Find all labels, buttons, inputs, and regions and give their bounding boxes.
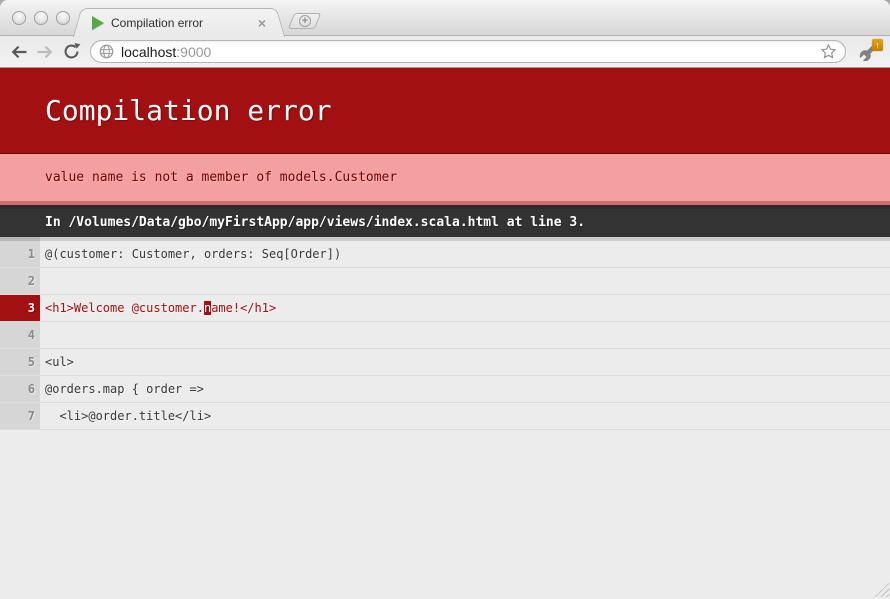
address-bar[interactable]: localhost:9000 (90, 40, 846, 63)
code-text: <h1>Welcome @customer.name!</h1> (40, 295, 890, 321)
tab-title: Compilation error (111, 16, 252, 30)
error-page: Compilation error value name is not a me… (0, 68, 890, 598)
wrench-menu-button[interactable]: ↑ (854, 38, 884, 66)
code-line-row: 6 @orders.map { order => (0, 376, 890, 403)
plus-icon: + (299, 15, 311, 27)
code-line-row: 5 <ul> (0, 349, 890, 376)
code-line-row: 2 (0, 268, 890, 295)
code-line-row: 3 <h1>Welcome @customer.name!</h1> (0, 295, 890, 322)
forward-arrow-icon (35, 42, 55, 62)
browser-tab[interactable]: Compilation error × (86, 8, 272, 37)
bookmark-star-icon[interactable] (820, 43, 837, 60)
code-text (40, 268, 890, 294)
url-host: localhost (121, 44, 176, 60)
back-button[interactable] (6, 39, 32, 65)
reload-button[interactable] (58, 39, 84, 65)
code-line-row: 4 (0, 322, 890, 349)
new-tab-button[interactable]: + (288, 13, 321, 29)
forward-button[interactable] (32, 39, 58, 65)
code-text (40, 322, 890, 348)
line-number: 2 (0, 268, 40, 294)
line-number: 4 (0, 322, 40, 348)
line-number: 7 (0, 403, 40, 429)
update-badge-icon: ↑ (872, 39, 883, 51)
browser-toolbar: localhost:9000 ↑ (0, 36, 890, 68)
browser-window: Compilation error × + (0, 0, 890, 599)
error-detail: value name is not a member of models.Cus… (0, 154, 890, 205)
back-arrow-icon (9, 42, 29, 62)
window-controls (12, 11, 70, 25)
globe-icon (99, 44, 114, 59)
line-number: 6 (0, 376, 40, 402)
line-number: 5 (0, 349, 40, 375)
url-port: :9000 (176, 44, 211, 60)
code-text: @orders.map { order => (40, 376, 890, 402)
close-window-button[interactable] (12, 11, 26, 25)
minimize-window-button[interactable] (34, 11, 48, 25)
line-number: 3 (0, 295, 40, 321)
code-listing: 1 @(customer: Customer, orders: Seq[Orde… (0, 237, 890, 430)
zoom-window-button[interactable] (56, 11, 70, 25)
code-text: @(customer: Customer, orders: Seq[Order]… (40, 237, 890, 267)
tab-strip: Compilation error × + (0, 0, 890, 36)
code-line-row: 7 <li>@order.title</li> (0, 403, 890, 430)
error-location: In /Volumes/Data/gbo/myFirstApp/app/view… (0, 205, 890, 237)
reload-icon (62, 42, 81, 61)
code-line-row: 1 @(customer: Customer, orders: Seq[Orde… (0, 237, 890, 268)
resize-grip-icon[interactable] (874, 582, 889, 597)
code-text: <li>@order.title</li> (40, 403, 890, 429)
play-framework-favicon-icon (92, 16, 104, 30)
line-number: 1 (0, 237, 40, 267)
code-text: <ul> (40, 349, 890, 375)
page-title: Compilation error (0, 68, 890, 154)
tab-close-icon[interactable]: × (258, 16, 266, 30)
url-text: localhost:9000 (121, 44, 820, 60)
